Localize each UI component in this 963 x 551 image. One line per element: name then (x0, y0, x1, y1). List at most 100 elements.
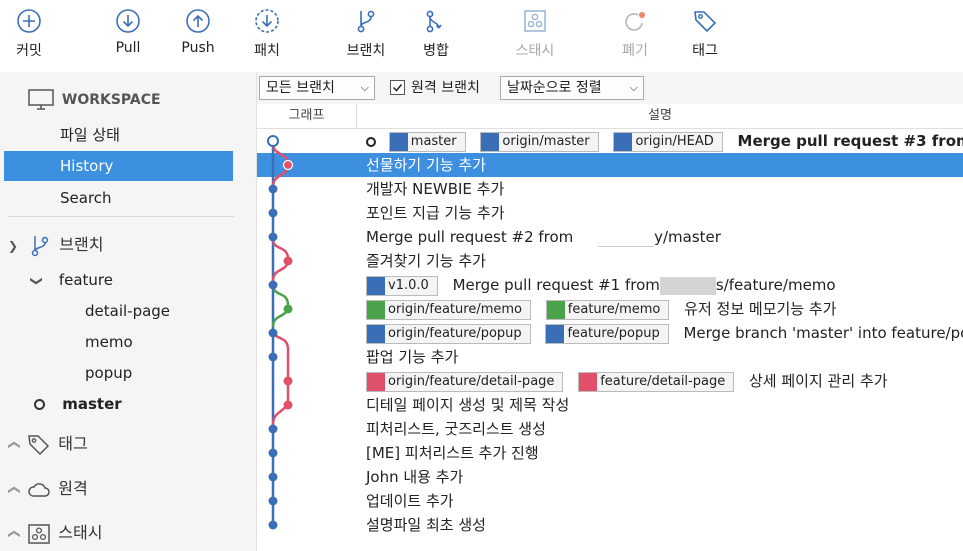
sidebar-branch-detail-page[interactable]: detail-page (85, 296, 170, 326)
history-label: History (60, 157, 114, 175)
commit-message: 피처리스트, 굿즈리스트 생성 (366, 420, 546, 438)
sidebar-branch-memo[interactable]: memo (85, 327, 133, 357)
description-column-header[interactable]: 설명 (357, 104, 963, 128)
table-row[interactable]: 선물하기 기능 추가 (257, 153, 963, 177)
merge-button[interactable]: 병합 (401, 8, 471, 60)
ref-label: feature/memo (567, 301, 661, 317)
monitor-icon (28, 89, 54, 110)
table-row[interactable]: origin/feature/popup feature/popup Merge… (257, 321, 963, 345)
sidebar-item-history[interactable]: History (4, 151, 233, 181)
pull-button[interactable]: Pull (93, 8, 163, 56)
table-row[interactable]: 포인트 지급 기능 추가 (257, 201, 963, 225)
branch-icon (367, 324, 385, 343)
chevron-right-icon: ❯ (6, 528, 21, 540)
master-label: master (62, 395, 122, 413)
patch-button[interactable]: 패치 (232, 8, 302, 60)
table-row[interactable]: 업데이트 추가 (257, 489, 963, 513)
sidebar-branch-popup[interactable]: popup (85, 358, 132, 388)
commit-message: Merge branch 'master' into feature/pc (683, 324, 963, 342)
graph-column-header[interactable]: 그래프 (257, 104, 357, 128)
pull-label: Pull (115, 40, 141, 56)
chevron-right-icon: ❯ (6, 439, 21, 451)
table-row[interactable]: origin/feature/memo feature/memo 유저 정보 메… (257, 297, 963, 321)
graph-lane-detail-page (271, 328, 290, 426)
commit-message: [ME] 피처리스트 추가 진행 (366, 444, 539, 462)
commit-message: 즐겨찾기 기능 추가 (366, 252, 486, 270)
graph-node (268, 424, 278, 434)
graph-node (268, 352, 278, 362)
sidebar-branch-master[interactable]: master (34, 389, 122, 419)
tag-icon (694, 11, 717, 33)
push-button[interactable]: Push (163, 8, 233, 56)
merge-label: 병합 (423, 43, 449, 59)
sidebar-section-branches[interactable]: ❯ 브랜치 (8, 230, 103, 260)
table-row[interactable]: 피처리스트, 굿즈리스트 생성 (257, 417, 963, 441)
branch-filter-dropdown[interactable]: 모든 브랜치 ⌵ (259, 76, 375, 100)
table-row[interactable]: master origin/master origin/HEAD Merge p… (257, 129, 963, 153)
table-row[interactable]: v1.0.0 Merge pull request #1 from s/featu… (257, 273, 963, 297)
version-tag: v1.0.0 (366, 275, 438, 296)
branch-icon (614, 132, 633, 151)
tag-button[interactable]: 태그 (670, 8, 740, 60)
tag-icon (367, 276, 385, 295)
popup-label: popup (85, 364, 133, 382)
sidebar-item-file-status[interactable]: 파일 상태 (60, 120, 120, 150)
branch-button[interactable]: 브랜치 (331, 8, 401, 60)
commit-message: Merge pull request #1 from (452, 276, 660, 294)
discard-label: 폐기 (622, 43, 648, 59)
ref-label: origin/HEAD (635, 133, 714, 149)
sidebar-section-remotes[interactable]: ❯ 원격 (6, 474, 88, 504)
tags-label: 태그 (58, 434, 88, 453)
plus-circle-icon (17, 9, 41, 33)
table-row[interactable]: origin/feature/detail-page feature/detai… (257, 369, 963, 393)
branch-ref-tag: origin/master (480, 131, 599, 152)
discard-button[interactable]: 폐기 (600, 8, 670, 60)
table-row[interactable]: Merge pull request #2 from y/master (257, 225, 963, 249)
commit-message: Merge pull request #3 from (737, 132, 963, 150)
feature-label: feature (58, 271, 113, 289)
sidebar-folder-feature[interactable]: ❯ feature (30, 265, 113, 295)
tag-icon (28, 434, 50, 455)
remote-branches-checkbox[interactable] (390, 80, 405, 95)
tag-label: v1.0.0 (388, 277, 429, 293)
branch-label: 브랜치 (346, 43, 386, 59)
branch-icon (546, 300, 565, 319)
sort-value: 날짜순으로 정렬 (507, 80, 602, 96)
sidebar-section-stashes[interactable]: ❯ 스태시 (6, 518, 102, 548)
table-row[interactable]: [ME] 피처리스트 추가 진행 (257, 441, 963, 465)
stash-button[interactable]: 스태시 (500, 8, 570, 60)
branches-label: 브랜치 (59, 235, 104, 254)
table-row[interactable]: 즐겨찾기 기능 추가 (257, 249, 963, 273)
table-row[interactable]: 설명파일 최초 생성 (257, 513, 963, 537)
ref-label: origin/feature/memo (388, 301, 522, 317)
push-label: Push (181, 40, 215, 56)
graph-node (283, 304, 293, 314)
table-row[interactable]: John 내용 추가 (257, 465, 963, 489)
stash-icon (524, 10, 546, 32)
stash-icon (28, 523, 50, 544)
sidebar-section-tags[interactable]: ❯ 태그 (6, 429, 88, 459)
ref-label: feature/popup (567, 325, 660, 341)
patch-label: 패치 (254, 43, 280, 59)
commit-message: 상세 페이지 관리 추가 (748, 372, 888, 390)
branch-icon (389, 132, 408, 151)
ref-label: origin/feature/detail-page (388, 373, 555, 389)
sidebar: WORKSPACE 파일 상태 History Search ❯ 브랜치 ❯ f… (0, 72, 257, 551)
sidebar-item-search[interactable]: Search (60, 183, 112, 213)
commit-button[interactable]: 커밋 (0, 8, 64, 60)
commit-message: 선물하기 기능 추가 (366, 156, 486, 174)
commit-graph (267, 135, 294, 530)
merge-icon (426, 10, 442, 33)
graph-node (268, 328, 278, 338)
table-row[interactable]: 팝업 기능 추가 (257, 345, 963, 369)
redacted-text (659, 276, 716, 295)
graph-node (268, 280, 278, 290)
table-row[interactable]: 개발자 NEWBIE 추가 (257, 177, 963, 201)
sort-dropdown[interactable]: 날짜순으로 정렬 ⌵ (500, 76, 644, 100)
graph-node (282, 159, 294, 171)
commit-message: 팝업 기능 추가 (366, 348, 459, 366)
tag-label: 태그 (692, 43, 718, 59)
memo-label: memo (85, 333, 133, 351)
graph-node-head (267, 135, 279, 147)
table-row[interactable]: 디테일 페이지 생성 및 제목 작성 (257, 393, 963, 417)
